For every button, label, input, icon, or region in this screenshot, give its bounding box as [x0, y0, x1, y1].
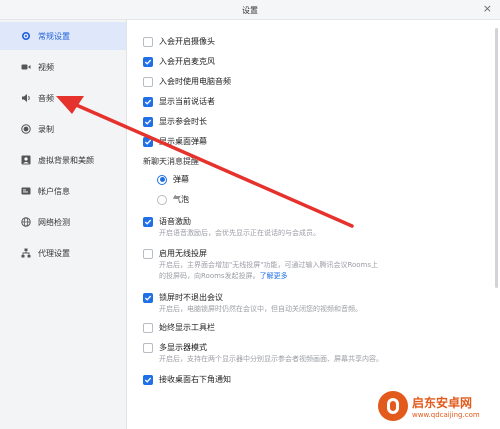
- setting-label: 语音激励: [159, 217, 191, 226]
- watermark: 启东安卓网 www.qdcaijing.com: [378, 388, 498, 424]
- checkbox-checked[interactable]: [143, 292, 153, 303]
- record-icon: [20, 123, 32, 135]
- watermark-text: 启东安卓网 www.qdcaijing.com: [412, 394, 480, 419]
- setting-label: 锁屏时不退出会议: [159, 293, 223, 302]
- checkbox-unchecked[interactable]: [143, 248, 153, 259]
- setting-label: 入会开启摄像头: [159, 37, 215, 46]
- window-titlebar: 设置 ×: [0, 0, 500, 20]
- setting-label: 显示参会时长: [159, 117, 207, 126]
- sidebar-item-label: 视频: [38, 62, 54, 72]
- proxy-icon: [20, 247, 32, 259]
- setting-show-desktop-popup[interactable]: 显示桌面弹幕: [143, 136, 207, 147]
- window-title: 设置: [242, 6, 258, 15]
- setting-label: 入会时使用电脑音频: [159, 77, 231, 86]
- sidebar-item-label: 代理设置: [38, 248, 70, 258]
- radio-selected[interactable]: [157, 174, 167, 185]
- setting-description: 开启后，主界面会增加"无线投屏"功能，可通过输入腾讯会议Rooms上 的投屏码，…: [159, 260, 489, 282]
- checkbox-unchecked[interactable]: [143, 76, 153, 87]
- setting-description: 开启后，电脑锁屏时仍然在会议中，但自动关闭您的视频和音频。: [159, 305, 362, 313]
- checkbox-checked[interactable]: [143, 216, 153, 227]
- setting-speech-incentive[interactable]: 语音激励: [143, 216, 191, 227]
- watermark-url: www.qdcaijing.com: [412, 410, 480, 419]
- sidebar-item-audio[interactable]: 音频: [0, 84, 126, 112]
- checkbox-unchecked[interactable]: [143, 36, 153, 47]
- setting-label: 显示当前说话者: [159, 97, 215, 106]
- checkbox-checked[interactable]: [143, 374, 153, 385]
- gear-icon: [20, 30, 32, 42]
- sidebar-item-label: 常规设置: [38, 31, 70, 41]
- sidebar-item-record[interactable]: 录制: [0, 115, 126, 143]
- checkbox-checked[interactable]: [143, 96, 153, 107]
- setting-show-speaker[interactable]: 显示当前说话者: [143, 96, 215, 107]
- description-line: 的投屏码，向Rooms发起投屏。了解更多: [159, 271, 489, 282]
- setting-label: 始终显示工具栏: [159, 323, 215, 332]
- setting-description: 开启语音激励后，会优先显示正在说话的与会成员。: [159, 229, 320, 237]
- setting-multi-display[interactable]: 多显示器模式: [143, 342, 207, 353]
- setting-always-toolbar[interactable]: 始终显示工具栏: [143, 322, 215, 333]
- setting-pc-audio-on-join[interactable]: 入会时使用电脑音频: [143, 76, 231, 87]
- settings-panel: 入会开启摄像头 入会开启麦克风 入会时使用电脑音频 显示当前说话者 显示参会时长…: [127, 20, 500, 429]
- radio-label: 气泡: [173, 195, 189, 204]
- checkbox-checked[interactable]: [143, 116, 153, 127]
- radio-bubble[interactable]: 气泡: [157, 194, 189, 205]
- sidebar-item-label: 帐户信息: [38, 186, 70, 196]
- checkbox-unchecked[interactable]: [143, 322, 153, 333]
- checkbox-unchecked[interactable]: [143, 342, 153, 353]
- setting-lock-screen[interactable]: 锁屏时不退出会议: [143, 292, 223, 303]
- sidebar-item-label: 网络检测: [38, 217, 70, 227]
- learn-more-link[interactable]: 了解更多: [260, 272, 288, 280]
- sidebar-item-label: 虚拟背景和美颜: [38, 155, 94, 165]
- setting-label: 多显示器模式: [159, 343, 207, 352]
- speaker-icon: [20, 92, 32, 104]
- sidebar-item-label: 音频: [38, 93, 54, 103]
- checkbox-checked[interactable]: [143, 136, 153, 147]
- description-text: 的投屏码，向Rooms发起投屏。: [159, 272, 260, 280]
- radio-danmu[interactable]: 弹幕: [157, 174, 189, 185]
- setting-mic-on-join[interactable]: 入会开启麦克风: [143, 56, 215, 67]
- sidebar-item-proxy[interactable]: 代理设置: [0, 239, 126, 267]
- setting-label: 启用无线投屏: [159, 249, 207, 258]
- setting-camera-on-join[interactable]: 入会开启摄像头: [143, 36, 215, 47]
- chat-reminder-label: 新聊天消息提醒: [143, 157, 199, 166]
- sidebar: 常规设置 视频 音频 录制 虚拟背景和美颜 帐户信息 网络检测 代理设置: [0, 20, 127, 429]
- network-icon: [20, 216, 32, 228]
- setting-wireless-projection[interactable]: 启用无线投屏: [143, 248, 207, 259]
- setting-show-duration[interactable]: 显示参会时长: [143, 116, 207, 127]
- setting-label: 入会开启麦克风: [159, 57, 215, 66]
- sidebar-item-virtual-background[interactable]: 虚拟背景和美颜: [0, 146, 126, 174]
- checkbox-checked[interactable]: [143, 56, 153, 67]
- radio-label: 弹幕: [173, 175, 189, 184]
- sidebar-item-video[interactable]: 视频: [0, 53, 126, 81]
- setting-label: 接收桌面右下角通知: [159, 375, 231, 384]
- id-card-icon: [20, 185, 32, 197]
- video-icon: [20, 61, 32, 73]
- scrollbar[interactable]: [495, 28, 498, 288]
- portrait-icon: [20, 154, 32, 166]
- sidebar-item-network[interactable]: 网络检测: [0, 208, 126, 236]
- watermark-logo-icon: [378, 391, 408, 421]
- setting-desktop-notify[interactable]: 接收桌面右下角通知: [143, 374, 231, 385]
- sidebar-item-general[interactable]: 常规设置: [0, 22, 126, 50]
- description-line: 开启后，主界面会增加"无线投屏"功能，可通过输入腾讯会议Rooms上: [159, 261, 379, 269]
- sidebar-item-label: 录制: [38, 124, 54, 134]
- watermark-name: 启东安卓网: [412, 395, 473, 410]
- setting-description: 开启后，支持在两个显示器中分别显示参会者视频画面、屏幕共享内容。: [159, 355, 383, 363]
- radio-unselected[interactable]: [157, 194, 167, 205]
- sidebar-item-account[interactable]: 帐户信息: [0, 177, 126, 205]
- close-icon[interactable]: ×: [483, 3, 492, 15]
- setting-label: 显示桌面弹幕: [159, 137, 207, 146]
